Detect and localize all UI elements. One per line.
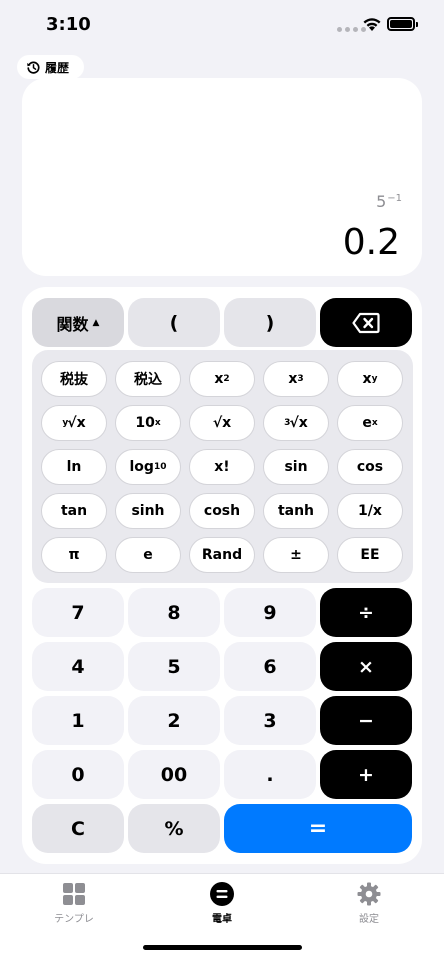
functions-toggle-label: 関数 bbox=[56, 314, 89, 334]
status-time: 3:10 bbox=[46, 14, 91, 35]
cube-base: x bbox=[288, 371, 298, 387]
multiply-button[interactable]: × bbox=[320, 642, 412, 691]
battery-icon bbox=[387, 17, 418, 31]
grid-icon bbox=[63, 883, 85, 905]
reciprocal-button[interactable]: 1/x bbox=[337, 493, 403, 529]
ten-power-button[interactable]: 10 x bbox=[115, 405, 181, 441]
functions-toggle-button[interactable]: 関数 ▲ bbox=[32, 298, 124, 347]
sinh-button[interactable]: sinh bbox=[115, 493, 181, 529]
delete-backward-icon bbox=[352, 312, 380, 333]
sqrt-button[interactable]: √x bbox=[189, 405, 255, 441]
divide-button[interactable]: ÷ bbox=[320, 588, 412, 637]
nth-root-body: √x bbox=[67, 415, 86, 431]
log-sub: 10 bbox=[153, 462, 167, 472]
euler-button[interactable]: e bbox=[115, 537, 181, 573]
equals-button[interactable]: = bbox=[224, 804, 412, 853]
cube-exp: 3 bbox=[297, 374, 304, 384]
expression-text: 5−1 bbox=[376, 192, 402, 211]
ten-power-exp: x bbox=[154, 418, 161, 428]
random-button[interactable]: Rand bbox=[189, 537, 255, 573]
close-paren-button[interactable]: ) bbox=[224, 298, 316, 347]
expression-exponent: −1 bbox=[387, 193, 402, 204]
power-base: x bbox=[362, 371, 372, 387]
wifi-icon bbox=[363, 18, 381, 31]
key-7[interactable]: 7 bbox=[32, 588, 124, 637]
cos-button[interactable]: cos bbox=[337, 449, 403, 485]
power-button[interactable]: xy bbox=[337, 361, 403, 397]
result-text: 0.2 bbox=[342, 222, 400, 263]
key-3[interactable]: 3 bbox=[224, 696, 316, 745]
tax-excluded-button[interactable]: 税抜 bbox=[41, 361, 107, 397]
square-exp: 2 bbox=[223, 374, 230, 384]
expression-base: 5 bbox=[376, 192, 387, 211]
equals-circle-icon bbox=[210, 882, 234, 906]
history-button[interactable]: 履歴 bbox=[17, 55, 84, 79]
history-label: 履歴 bbox=[45, 60, 70, 75]
ten-power-base: 10 bbox=[135, 415, 155, 431]
key-1[interactable]: 1 bbox=[32, 696, 124, 745]
exp-exp: x bbox=[371, 418, 378, 428]
scientific-panel: 税抜 税込 x2 x3 xy y √x 10 x √x 3 √x ex ln log 1… bbox=[32, 350, 413, 583]
exp-base: e bbox=[362, 415, 372, 431]
keypad: 関数 ▲ ( ) 税抜 税込 x2 x3 xy y √x 10 x √x 3 √x ex… bbox=[22, 287, 422, 864]
cube-button[interactable]: x3 bbox=[263, 361, 329, 397]
tab-settings[interactable]: 設定 bbox=[319, 882, 419, 925]
open-paren-button[interactable]: ( bbox=[128, 298, 220, 347]
tab-calculator[interactable]: 電卓 bbox=[172, 882, 272, 925]
log-base: log bbox=[129, 459, 154, 475]
ee-button[interactable]: EE bbox=[337, 537, 403, 573]
tan-button[interactable]: tan bbox=[41, 493, 107, 529]
gear-icon bbox=[357, 882, 381, 906]
tab-template-label: テンプレ bbox=[54, 914, 94, 925]
ln-button[interactable]: ln bbox=[41, 449, 107, 485]
power-exp: y bbox=[371, 374, 378, 384]
key-9[interactable]: 9 bbox=[224, 588, 316, 637]
key-4[interactable]: 4 bbox=[32, 642, 124, 691]
tax-included-button[interactable]: 税込 bbox=[115, 361, 181, 397]
status-bar: 3:10 bbox=[0, 0, 444, 50]
tanh-button[interactable]: tanh bbox=[263, 493, 329, 529]
home-indicator bbox=[143, 945, 302, 950]
key-2[interactable]: 2 bbox=[128, 696, 220, 745]
log10-button[interactable]: log 10 bbox=[115, 449, 181, 485]
exp-button[interactable]: ex bbox=[337, 405, 403, 441]
key-00[interactable]: 00 bbox=[128, 750, 220, 799]
decimal-button[interactable]: . bbox=[224, 750, 316, 799]
calculator-display: 5−1 0.2 bbox=[22, 78, 422, 276]
square-base: x bbox=[214, 371, 224, 387]
nth-root-button[interactable]: y √x bbox=[41, 405, 107, 441]
clear-button[interactable]: C bbox=[32, 804, 124, 853]
sin-button[interactable]: sin bbox=[263, 449, 329, 485]
pi-button[interactable]: π bbox=[41, 537, 107, 573]
backspace-button[interactable] bbox=[320, 298, 412, 347]
cosh-button[interactable]: cosh bbox=[189, 493, 255, 529]
key-6[interactable]: 6 bbox=[224, 642, 316, 691]
cube-root-body: √x bbox=[289, 415, 308, 431]
cube-root-button[interactable]: 3 √x bbox=[263, 405, 329, 441]
tab-template[interactable]: テンプレ bbox=[24, 882, 124, 925]
percent-button[interactable]: % bbox=[128, 804, 220, 853]
square-button[interactable]: x2 bbox=[189, 361, 255, 397]
factorial-button[interactable]: x! bbox=[189, 449, 255, 485]
add-button[interactable]: + bbox=[320, 750, 412, 799]
history-icon bbox=[27, 61, 40, 74]
key-8[interactable]: 8 bbox=[128, 588, 220, 637]
subtract-button[interactable]: − bbox=[320, 696, 412, 745]
tab-calculator-label: 電卓 bbox=[212, 914, 232, 925]
key-0[interactable]: 0 bbox=[32, 750, 124, 799]
key-5[interactable]: 5 bbox=[128, 642, 220, 691]
plus-minus-button[interactable]: ± bbox=[263, 537, 329, 573]
tab-settings-label: 設定 bbox=[359, 914, 379, 925]
caret-up-icon: ▲ bbox=[92, 317, 100, 328]
